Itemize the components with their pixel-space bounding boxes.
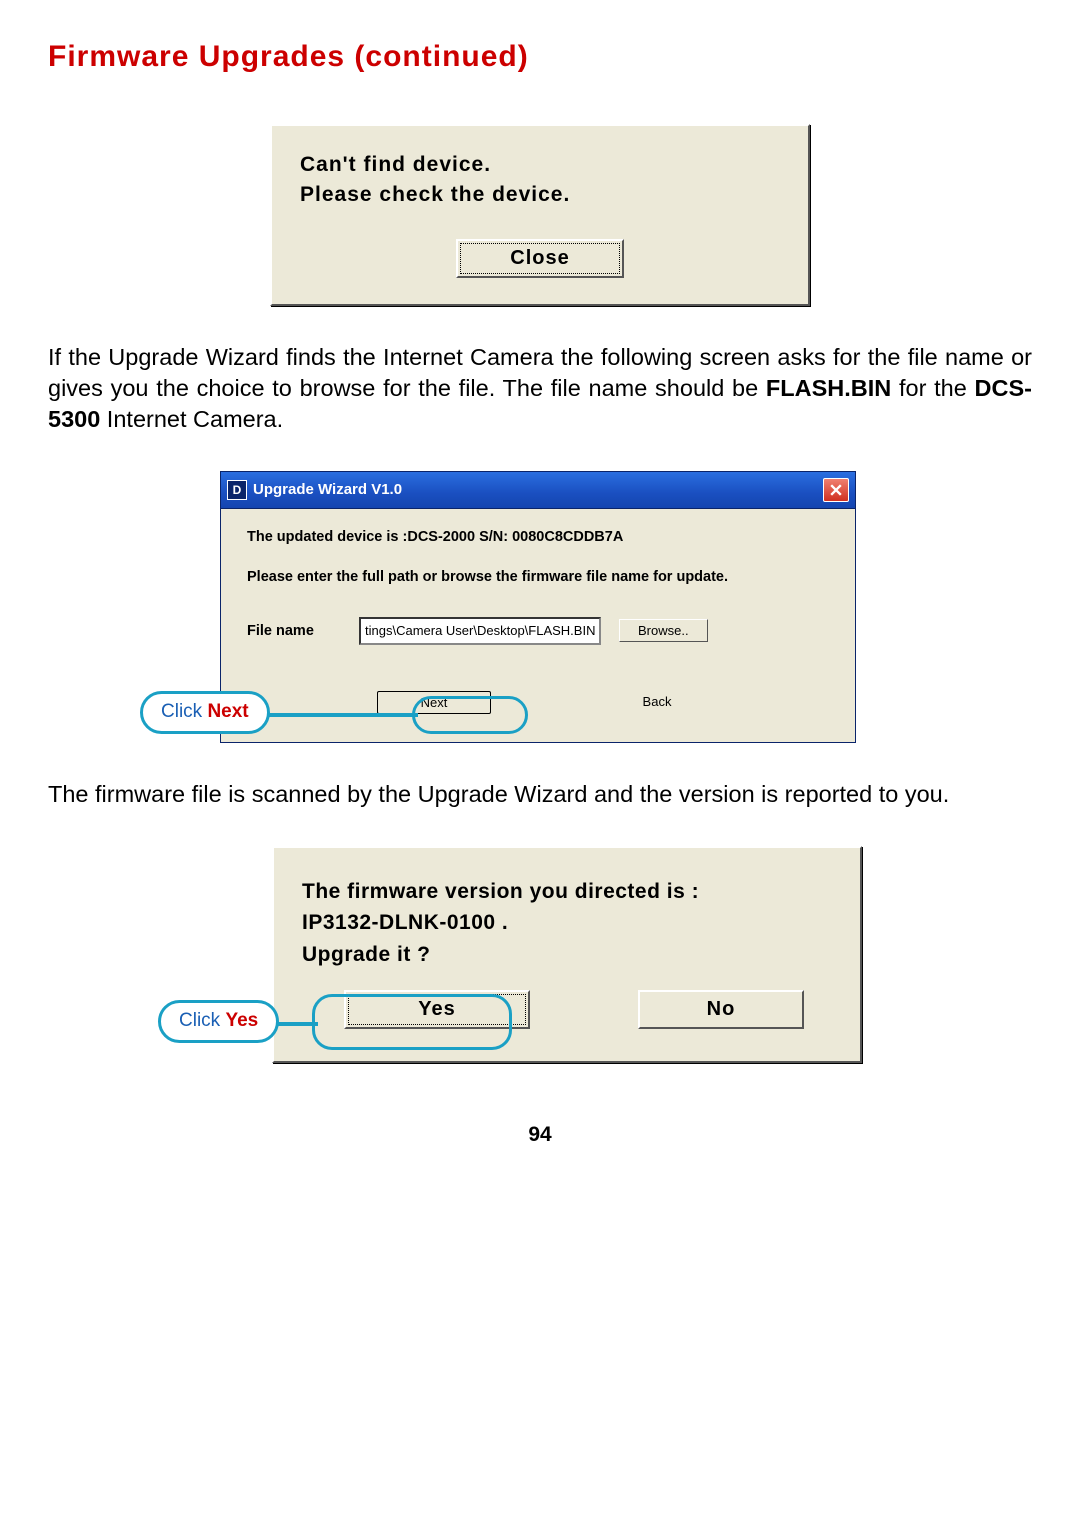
click-yes-callout: Click Yes	[158, 1000, 279, 1043]
p1-t3: Internet Camera.	[100, 406, 283, 432]
instruction-paragraph-2: The firmware file is scanned by the Upgr…	[48, 779, 1032, 810]
page-number: 94	[48, 1123, 1032, 1147]
browse-button[interactable]: Browse..	[619, 619, 708, 642]
highlight-ring-yes	[312, 994, 512, 1050]
error-line2: Please check the device.	[300, 180, 780, 210]
error-dialog: Can't find device. Please check the devi…	[270, 124, 810, 306]
p1-t2: for the	[891, 375, 974, 401]
click-next-callout: Click Next	[140, 691, 270, 734]
no-button[interactable]: No	[638, 990, 804, 1029]
connector-line	[268, 713, 418, 717]
instruction-paragraph-1: If the Upgrade Wizard finds the Internet…	[48, 342, 1032, 435]
p1-b1: FLASH.BIN	[766, 375, 891, 401]
app-icon: D	[227, 480, 247, 500]
upgrade-wizard-window: D Upgrade Wizard V1.0 The updated device…	[220, 471, 856, 743]
titlebar: D Upgrade Wizard V1.0	[221, 472, 855, 509]
file-name-input[interactable]: tings\Camera User\Desktop\FLASH.BIN	[359, 617, 601, 645]
file-name-label: File name	[247, 623, 341, 639]
close-icon[interactable]	[823, 478, 849, 502]
error-line1: Can't find device.	[300, 150, 780, 180]
confirm-line2: IP3132-DLNK-0100 .	[302, 907, 832, 939]
section-title: Firmware Upgrades (continued)	[48, 40, 1032, 74]
back-button[interactable]: Back	[611, 691, 703, 714]
callout-next-prefix: Click	[161, 701, 207, 722]
callout-yes-word: Yes	[225, 1010, 258, 1031]
confirm-line3: Upgrade it ?	[302, 939, 832, 971]
window-title: Upgrade Wizard V1.0	[253, 481, 823, 498]
close-button[interactable]: Close	[456, 239, 624, 278]
highlight-ring-next	[412, 696, 528, 734]
callout-yes-prefix: Click	[179, 1010, 225, 1031]
confirm-line1: The firmware version you directed is :	[302, 876, 832, 908]
callout-next-word: Next	[207, 701, 248, 722]
device-info-line: The updated device is :DCS-2000 S/N: 008…	[247, 529, 829, 545]
instruction-line: Please enter the full path or browse the…	[247, 569, 829, 585]
